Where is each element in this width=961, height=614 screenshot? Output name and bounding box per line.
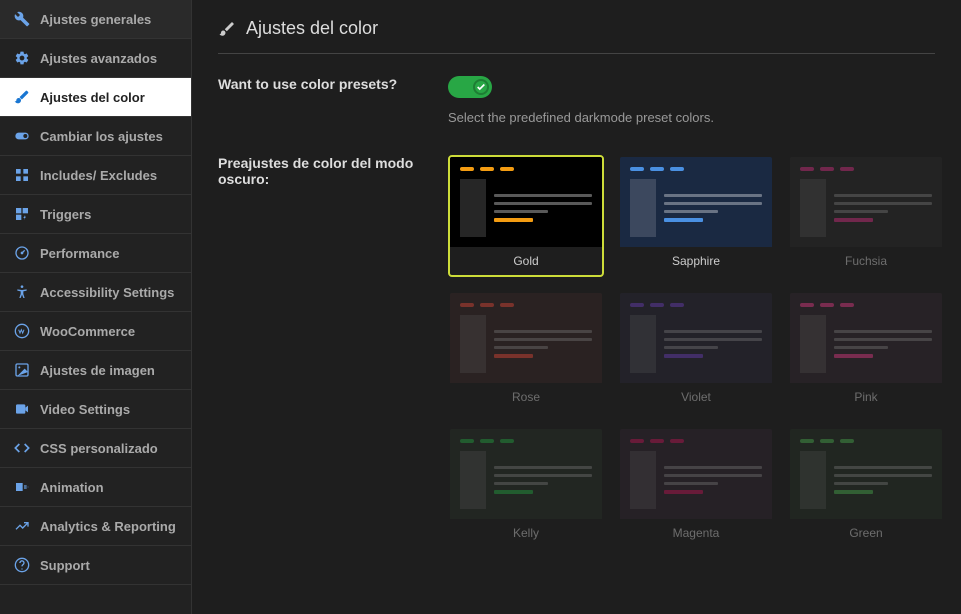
image-icon bbox=[14, 362, 30, 378]
brush-icon bbox=[14, 89, 30, 105]
gauge-icon bbox=[14, 245, 30, 261]
preset-preview bbox=[790, 157, 942, 247]
preset-name: Gold bbox=[450, 247, 602, 275]
sidebar-item-code[interactable]: CSS personalizado bbox=[0, 429, 191, 468]
video-icon bbox=[14, 401, 30, 417]
toggle-icon bbox=[14, 128, 30, 144]
preset-preview bbox=[450, 429, 602, 519]
settings-sidebar: Ajustes generales Ajustes avanzados Ajuste… bbox=[0, 0, 192, 614]
analytics-icon bbox=[14, 518, 30, 534]
main-content: Ajustes del color Want to use color pres… bbox=[192, 0, 961, 614]
setting-presets-toggle: Want to use color presets? Select the pr… bbox=[218, 76, 935, 125]
sidebar-item-label: WooCommerce bbox=[40, 324, 135, 339]
sidebar-item-brush[interactable]: Ajustes del color bbox=[0, 78, 191, 117]
preset-card-green[interactable]: Green bbox=[788, 427, 944, 549]
support-icon bbox=[14, 557, 30, 573]
sidebar-item-label: Support bbox=[40, 558, 90, 573]
preset-preview bbox=[450, 157, 602, 247]
sidebar-item-label: Cambiar los ajustes bbox=[40, 129, 163, 144]
brush-icon bbox=[218, 20, 236, 38]
bolt-icon bbox=[14, 206, 30, 222]
preset-preview bbox=[620, 157, 772, 247]
preset-card-rose[interactable]: Rose bbox=[448, 291, 604, 413]
page-header: Ajustes del color bbox=[218, 18, 935, 54]
sidebar-item-image[interactable]: Ajustes de imagen bbox=[0, 351, 191, 390]
accessibility-icon bbox=[14, 284, 30, 300]
sidebar-item-support[interactable]: Support bbox=[0, 546, 191, 585]
preset-name: Sapphire bbox=[620, 247, 772, 275]
preset-name: Green bbox=[790, 519, 942, 547]
sidebar-item-bolt[interactable]: Triggers bbox=[0, 195, 191, 234]
sidebar-item-accessibility[interactable]: Accessibility Settings bbox=[0, 273, 191, 312]
preset-card-kelly[interactable]: Kelly bbox=[448, 427, 604, 549]
sidebar-item-wrench[interactable]: Ajustes generales bbox=[0, 0, 191, 39]
preset-card-fuchsia[interactable]: Fuchsia bbox=[788, 155, 944, 277]
preset-preview bbox=[620, 429, 772, 519]
toggle-knob bbox=[473, 79, 489, 95]
preset-name: Pink bbox=[790, 383, 942, 411]
wrench-icon bbox=[14, 11, 30, 27]
sidebar-item-label: Ajustes del color bbox=[40, 90, 145, 105]
preset-name: Magenta bbox=[620, 519, 772, 547]
setting-presets-grid: Preajustes de color del modo oscuro: Gol… bbox=[218, 155, 935, 549]
preset-preview bbox=[790, 293, 942, 383]
sidebar-item-label: CSS personalizado bbox=[40, 441, 158, 456]
preset-name: Rose bbox=[450, 383, 602, 411]
presets-toggle[interactable] bbox=[448, 76, 492, 98]
sidebar-item-gear[interactable]: Ajustes avanzados bbox=[0, 39, 191, 78]
preset-preview bbox=[790, 429, 942, 519]
presets-grid-label: Preajustes de color del modo oscuro: bbox=[218, 155, 448, 549]
sidebar-item-label: Triggers bbox=[40, 207, 91, 222]
preset-card-violet[interactable]: Violet bbox=[618, 291, 774, 413]
sidebar-item-label: Includes/ Excludes bbox=[40, 168, 157, 183]
preset-name: Kelly bbox=[450, 519, 602, 547]
preset-name: Violet bbox=[620, 383, 772, 411]
preset-preview bbox=[620, 293, 772, 383]
sidebar-item-woo[interactable]: WooCommerce bbox=[0, 312, 191, 351]
sidebar-item-label: Ajustes de imagen bbox=[40, 363, 155, 378]
page-title: Ajustes del color bbox=[246, 18, 378, 39]
sidebar-item-toggle[interactable]: Cambiar los ajustes bbox=[0, 117, 191, 156]
sidebar-item-label: Animation bbox=[40, 480, 104, 495]
sidebar-item-animation[interactable]: Animation bbox=[0, 468, 191, 507]
sidebar-item-label: Analytics & Reporting bbox=[40, 519, 176, 534]
preset-preview bbox=[450, 293, 602, 383]
animation-icon bbox=[14, 479, 30, 495]
presets-help-text: Select the predefined darkmode preset co… bbox=[448, 110, 935, 125]
sidebar-item-label: Accessibility Settings bbox=[40, 285, 174, 300]
sidebar-item-video[interactable]: Video Settings bbox=[0, 390, 191, 429]
preset-card-pink[interactable]: Pink bbox=[788, 291, 944, 413]
sidebar-item-label: Ajustes generales bbox=[40, 12, 151, 27]
sidebar-item-gauge[interactable]: Performance bbox=[0, 234, 191, 273]
preset-card-gold[interactable]: Gold bbox=[448, 155, 604, 277]
sidebar-item-analytics[interactable]: Analytics & Reporting bbox=[0, 507, 191, 546]
woo-icon bbox=[14, 323, 30, 339]
sidebar-item-label: Ajustes avanzados bbox=[40, 51, 157, 66]
code-icon bbox=[14, 440, 30, 456]
presets-toggle-label: Want to use color presets? bbox=[218, 76, 448, 125]
layout-icon bbox=[14, 167, 30, 183]
preset-card-magenta[interactable]: Magenta bbox=[618, 427, 774, 549]
preset-name: Fuchsia bbox=[790, 247, 942, 275]
sidebar-item-layout[interactable]: Includes/ Excludes bbox=[0, 156, 191, 195]
sidebar-item-label: Performance bbox=[40, 246, 119, 261]
sidebar-item-label: Video Settings bbox=[40, 402, 130, 417]
gear-icon bbox=[14, 50, 30, 66]
preset-grid: Gold Sapphire Fuchsia Rose Violet Pink Kelly Ma… bbox=[448, 155, 944, 549]
preset-card-sapphire[interactable]: Sapphire bbox=[618, 155, 774, 277]
